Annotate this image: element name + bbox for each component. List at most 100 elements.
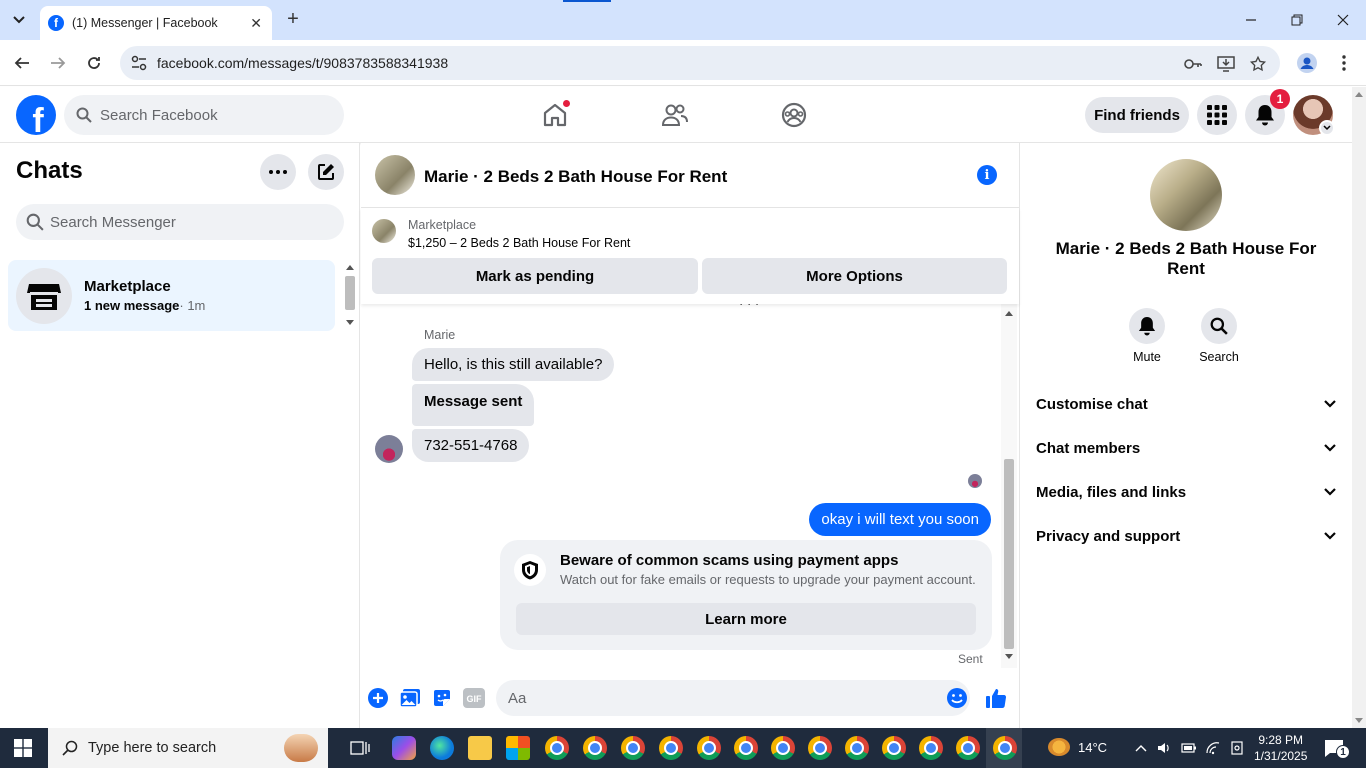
forward-button[interactable]: [45, 50, 71, 76]
gif-button[interactable]: GIF: [462, 686, 486, 710]
address-bar[interactable]: facebook.com/messages/t/9083783588341938: [120, 46, 1280, 80]
mute-action[interactable]: Mute: [1117, 308, 1177, 364]
chat-members-row[interactable]: Chat members: [1036, 426, 1336, 470]
chrome-app-icon[interactable]: [956, 736, 980, 760]
chrome-app-icon[interactable]: [771, 736, 795, 760]
tab-search-button[interactable]: [6, 8, 32, 32]
conversation-info-icon[interactable]: i: [977, 165, 997, 185]
message-scrollbar[interactable]: [1001, 304, 1017, 668]
task-view-icon[interactable]: [350, 739, 370, 757]
message-scrollbar-thumb[interactable]: [1004, 459, 1014, 649]
sender-avatar[interactable]: [375, 435, 403, 463]
message-input[interactable]: [496, 680, 970, 716]
messenger-search-input[interactable]: [50, 213, 320, 231]
close-window-button[interactable]: [1328, 8, 1358, 32]
more-icon: [269, 170, 287, 174]
back-button[interactable]: [9, 50, 35, 76]
groups-nav[interactable]: [778, 99, 810, 131]
taskbar-clock[interactable]: 9:28 PM 1/31/2025: [1254, 732, 1307, 764]
privacy-support-row[interactable]: Privacy and support: [1036, 514, 1336, 558]
home-nav[interactable]: [539, 99, 571, 131]
profile-button[interactable]: [1294, 50, 1320, 76]
close-tab-icon[interactable]: ✕: [250, 15, 262, 32]
more-actions-button[interactable]: [366, 686, 390, 710]
install-app-icon[interactable]: [1216, 54, 1236, 74]
chrome-app-icon[interactable]: [697, 736, 721, 760]
facebook-favicon-icon: f: [48, 15, 64, 31]
chrome-app-icon[interactable]: [882, 736, 906, 760]
svg-text:GIF: GIF: [467, 694, 483, 704]
message-thread[interactable]: · · · Marie Hello, is this still availab…: [361, 304, 1001, 668]
reload-button[interactable]: [81, 50, 107, 76]
page-scrollbar[interactable]: [1352, 87, 1366, 728]
listing-avatar-large[interactable]: [1150, 159, 1222, 231]
incoming-message[interactable]: Message sent: [412, 384, 535, 426]
weather-widget[interactable]: 14°C: [1048, 738, 1107, 756]
store-app-icon[interactable]: [506, 736, 530, 760]
more-options-button[interactable]: More Options: [702, 258, 1007, 294]
attach-photo-button[interactable]: [398, 686, 422, 710]
battery-icon[interactable]: [1181, 740, 1197, 756]
menu-button[interactable]: [1197, 95, 1237, 135]
listing-thumbnail[interactable]: [372, 219, 396, 243]
file-explorer-icon[interactable]: [468, 736, 492, 760]
chrome-app-icon[interactable]: [659, 736, 683, 760]
conversation-details-panel: Marie · 2 Beds 2 Bath House For Rent Mut…: [1019, 143, 1352, 728]
chrome-app-icon[interactable]: [734, 736, 758, 760]
chrome-app-icon[interactable]: [919, 736, 943, 760]
restore-button[interactable]: [1282, 8, 1312, 32]
restore-icon: [1291, 14, 1303, 26]
browser-menu-button[interactable]: [1331, 50, 1357, 76]
search-action[interactable]: Search: [1189, 308, 1249, 364]
conversation-avatar[interactable]: [375, 155, 415, 195]
outgoing-message[interactable]: okay i will text you soon: [809, 503, 991, 536]
facebook-search-input[interactable]: [100, 106, 320, 124]
minimize-button[interactable]: [1236, 8, 1266, 32]
windows-start-icon[interactable]: [14, 739, 32, 757]
bookmark-star-icon[interactable]: [1248, 54, 1268, 74]
copilot-app-icon[interactable]: [392, 736, 416, 760]
edge-app-icon[interactable]: [430, 736, 454, 760]
facebook-search[interactable]: [64, 95, 344, 135]
learn-more-button[interactable]: Learn more: [516, 603, 976, 635]
conversation-title[interactable]: Marie · 2 Beds 2 Bath House For Rent: [424, 167, 727, 187]
new-tab-button[interactable]: +: [282, 8, 304, 30]
taskbar-search[interactable]: Type here to search: [48, 728, 328, 768]
like-button[interactable]: [984, 686, 1008, 710]
emoji-button[interactable]: [945, 686, 969, 710]
browser-tab-active[interactable]: f (1) Messenger | Facebook ✕: [40, 6, 272, 40]
site-info-icon[interactable]: [130, 54, 148, 72]
arrow-right-icon: [51, 57, 66, 69]
speaker-icon[interactable]: [1156, 740, 1172, 756]
password-key-icon[interactable]: [1183, 54, 1203, 74]
friends-nav[interactable]: [659, 99, 691, 131]
sticker-button[interactable]: [430, 686, 454, 710]
messenger-search[interactable]: [16, 204, 344, 240]
facebook-logo-icon[interactable]: f: [16, 95, 56, 135]
wifi-icon[interactable]: [1205, 740, 1221, 756]
chrome-app-icon[interactable]: [583, 736, 607, 760]
scam-warning-subtitle: Watch out for fake emails or requests to…: [560, 572, 976, 587]
find-friends-button[interactable]: Find friends: [1085, 97, 1189, 133]
mark-as-pending-button[interactable]: Mark as pending: [372, 258, 698, 294]
gif-icon: GIF: [463, 688, 485, 708]
chrome-app-icon[interactable]: [621, 736, 645, 760]
action-center-button[interactable]: 1: [1324, 739, 1350, 759]
device-icon[interactable]: [1229, 740, 1245, 756]
incoming-message[interactable]: Hello, is this still available?: [412, 348, 615, 381]
chrome-app-icon[interactable]: [845, 736, 869, 760]
chrome-app-icon[interactable]: [545, 736, 569, 760]
chat-list-item[interactable]: Marketplace 1 new message· 1m: [8, 260, 335, 331]
chats-options-button[interactable]: [260, 154, 296, 190]
chats-scrollbar[interactable]: [344, 260, 356, 330]
chrome-app-icon[interactable]: [808, 736, 832, 760]
customise-chat-row[interactable]: Customise chat: [1036, 382, 1336, 426]
new-message-button[interactable]: [308, 154, 344, 190]
media-files-links-row[interactable]: Media, files and links: [1036, 470, 1336, 514]
chrome-app-icon-active[interactable]: [993, 736, 1017, 760]
listing-price-title[interactable]: $1,250 – 2 Beds 2 Bath House For Rent: [408, 236, 630, 250]
chevron-up-icon[interactable]: [1133, 740, 1149, 756]
incoming-message[interactable]: 732-551-4768: [412, 429, 530, 462]
account-chevron-icon[interactable]: [1319, 120, 1335, 136]
friends-icon: [661, 104, 688, 126]
